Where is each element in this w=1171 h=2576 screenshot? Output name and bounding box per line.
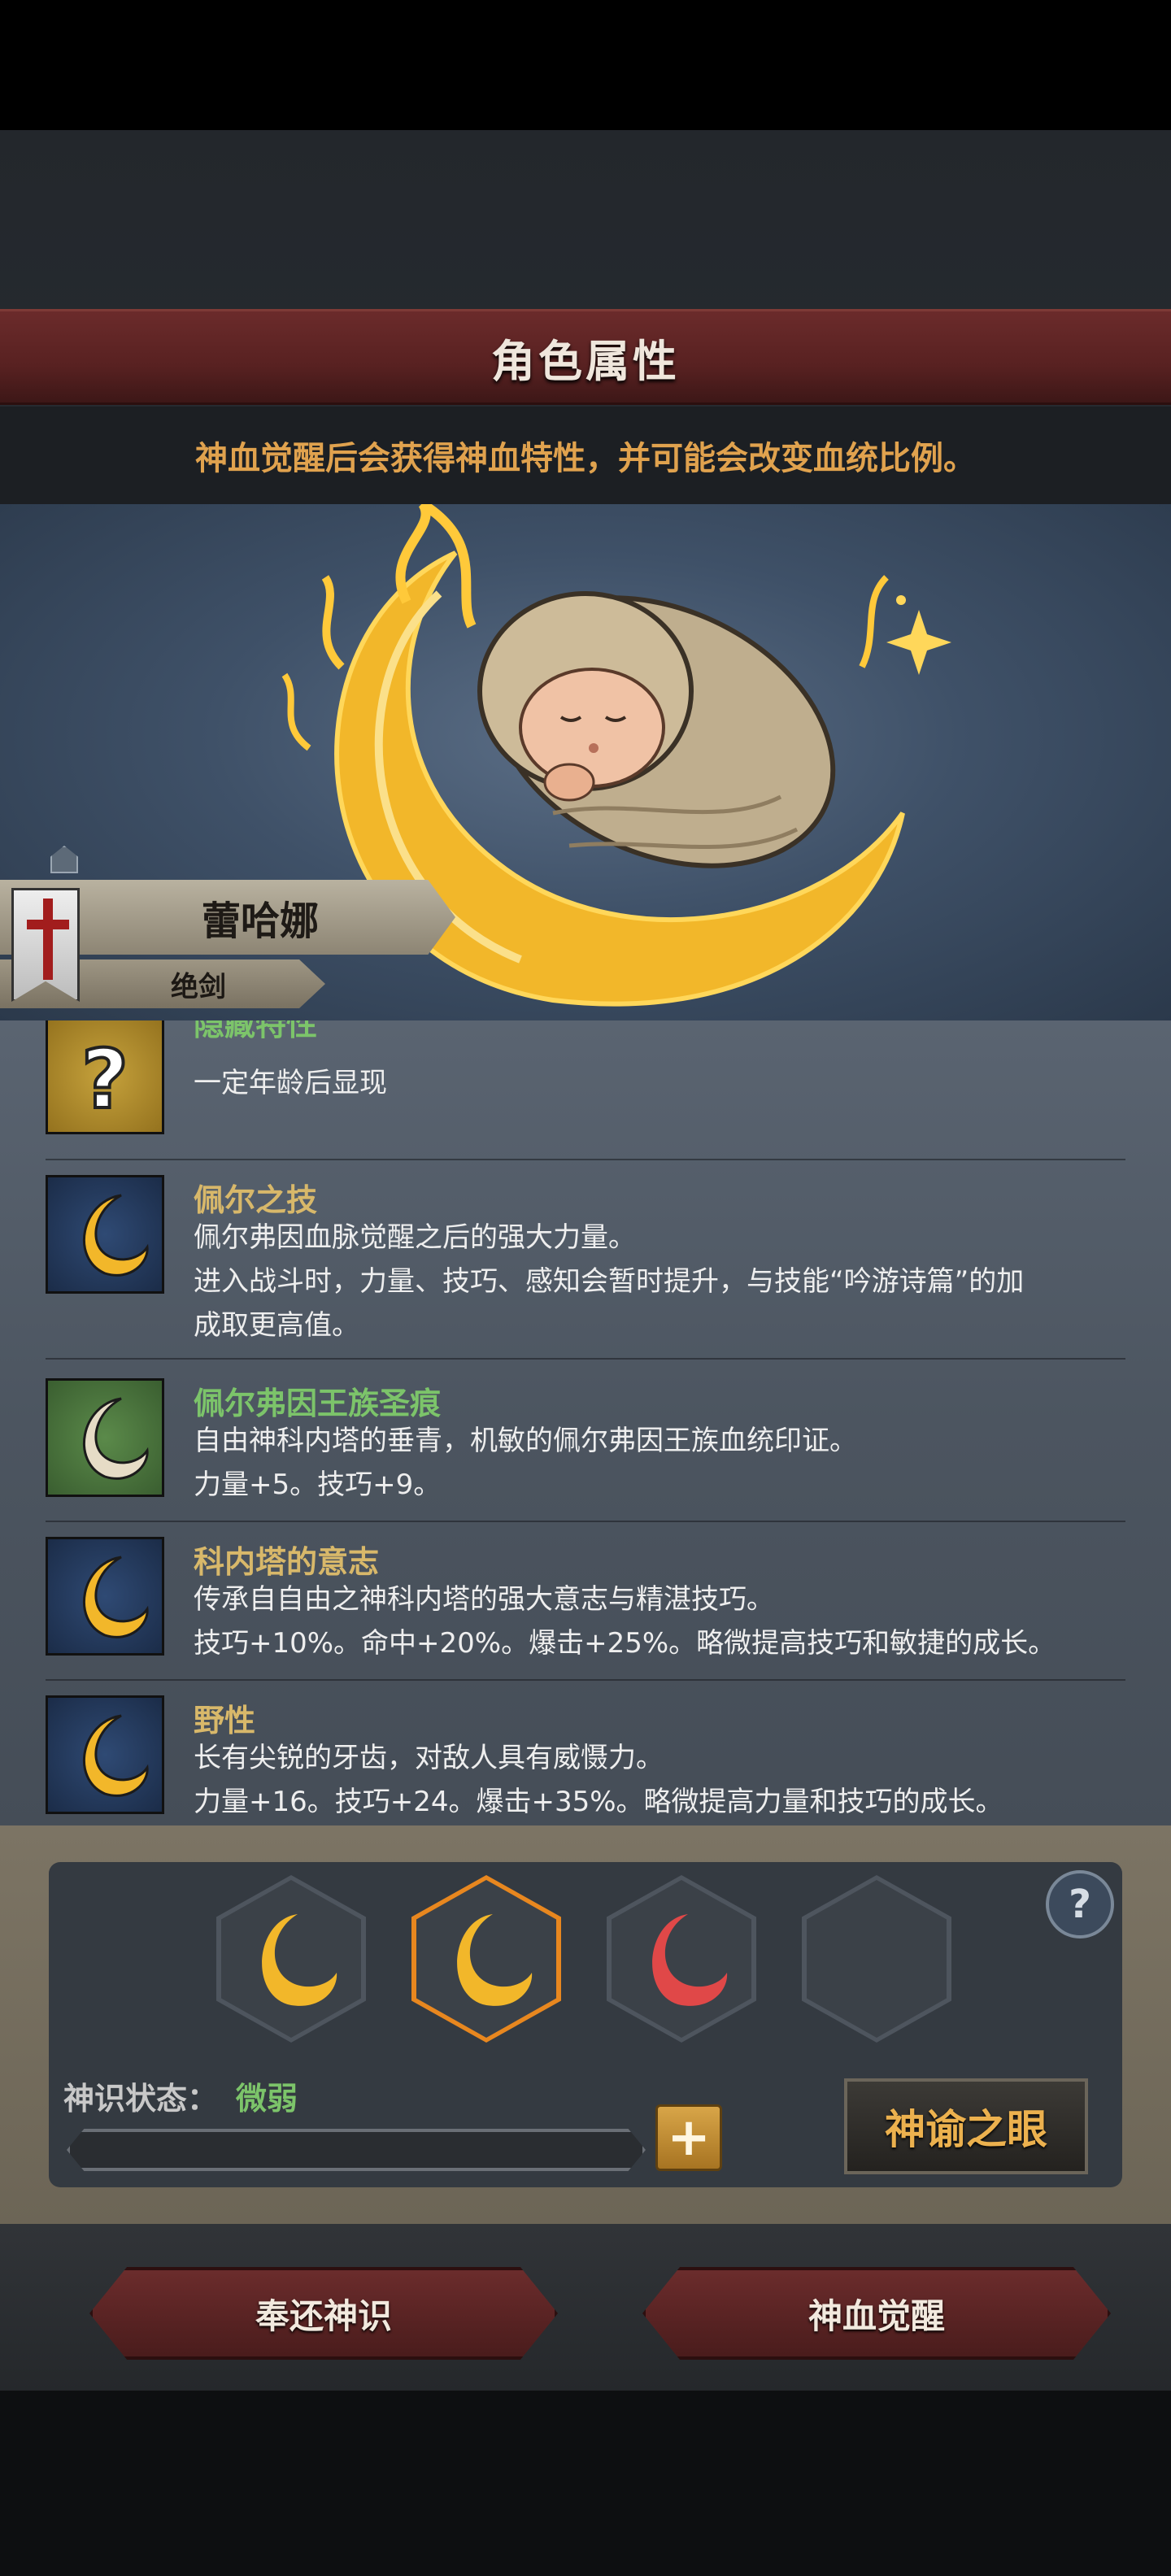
crescent-moon-icon bbox=[46, 1537, 164, 1656]
crescent-moon-icon bbox=[46, 1695, 164, 1814]
question-mark-icon: ? bbox=[46, 1020, 164, 1134]
trait-desc-line: 自由神科内塔的垂青，机敏的佩尔弗因王族血统印证。 bbox=[194, 1425, 857, 1457]
divider bbox=[46, 1159, 1125, 1160]
trait-desc-line: 技巧+10%。命中+20%。爆击+25%。略微提高技巧和敏捷的成长。 bbox=[194, 1627, 1056, 1660]
help-button[interactable]: ? bbox=[1046, 1870, 1114, 1939]
plus-icon: + bbox=[667, 2108, 711, 2168]
divider bbox=[46, 1679, 1125, 1681]
character-class: 绝剑 bbox=[171, 970, 226, 1003]
trait-description: 传承自自由之神科内塔的强大意志与精湛技巧。 技巧+10%。命中+20%。爆击+2… bbox=[194, 1577, 1129, 1665]
character-name: 蕾哈娜 bbox=[202, 899, 320, 944]
trait-name: 科内塔的意志 bbox=[194, 1544, 380, 1580]
return-divine-sense-label: 奉还神识 bbox=[255, 2295, 392, 2336]
title-banner: 角色属性 bbox=[0, 309, 1171, 405]
trait-description: 自由神科内塔的垂青，机敏的佩尔弗因王族血统印证。 力量+5。技巧+9。 bbox=[194, 1419, 1129, 1507]
trait-name: 佩尔之技 bbox=[194, 1182, 318, 1218]
add-divine-sense-button[interactable]: + bbox=[655, 2104, 722, 2171]
subtitle-banner: 神血觉醒后会获得神血特性，并可能会改变血统比例。 bbox=[0, 407, 1171, 504]
top-black-area bbox=[0, 0, 1171, 130]
svg-text:?: ? bbox=[81, 1032, 128, 1127]
trait-desc-line: 一定年龄后显现 bbox=[194, 1067, 387, 1099]
trait-description: 佩尔弗因血脉觉醒之后的强大力量。 进入战斗时，力量、技巧、感知会暂时提升，与技能… bbox=[194, 1216, 1129, 1347]
oracle-eye-button[interactable]: 神谕之眼 bbox=[844, 2078, 1088, 2174]
trait-description: 长有尖锐的牙齿，对敌人具有威慑力。 力量+16。技巧+24。爆击+35%。略微提… bbox=[194, 1736, 1129, 1824]
trait-desc-line: 佩尔弗因血脉觉醒之后的强大力量。 bbox=[194, 1221, 636, 1254]
trait-desc-line: 成取更高值。 bbox=[194, 1309, 359, 1342]
return-divine-sense-button[interactable]: 奉还神识 bbox=[89, 2267, 558, 2360]
trait-list[interactable]: ? 隐藏特性 一定年龄后显现 佩尔之技 佩尔弗因血脉觉醒之后的强大力量。 进入战… bbox=[0, 1020, 1171, 1825]
divider bbox=[46, 1358, 1125, 1360]
divine-sense-status-label: 神识状态： bbox=[63, 2081, 219, 2117]
oracle-eye-label: 神谕之眼 bbox=[885, 2106, 1047, 2153]
trait-desc-line: 传承自自由之神科内塔的强大意志与精湛技巧。 bbox=[194, 1583, 774, 1616]
trait-desc-line: 进入战斗时，力量、技巧、感知会暂时提升，与技能“吟游诗篇”的加 bbox=[194, 1265, 1025, 1298]
white-crescent-icon bbox=[46, 1378, 164, 1497]
divine-blood-awaken-label: 神血觉醒 bbox=[808, 2295, 945, 2336]
trait-description: 一定年龄后显现 bbox=[194, 1061, 1129, 1105]
help-icon: ? bbox=[1069, 1882, 1091, 1927]
divine-sense-progress-bar bbox=[67, 2129, 646, 2171]
crescent-moon-icon bbox=[46, 1175, 164, 1294]
divine-blood-awaken-button[interactable]: 神血觉醒 bbox=[642, 2267, 1111, 2360]
bottom-black-area bbox=[0, 2391, 1171, 2576]
page-subtitle: 神血觉醒后会获得神血特性，并可能会改变血统比例。 bbox=[195, 440, 976, 477]
trait-name: 隐藏特性 bbox=[194, 1020, 318, 1042]
divider bbox=[46, 1521, 1125, 1522]
divine-sense-status-value: 微弱 bbox=[236, 2081, 298, 2117]
page-title: 角色属性 bbox=[491, 335, 680, 387]
trait-name: 佩尔弗因王族圣痕 bbox=[194, 1386, 442, 1421]
trait-desc-line: 力量+16。技巧+24。爆击+35%。略微提高力量和技巧的成长。 bbox=[194, 1786, 1003, 1818]
trait-name: 野性 bbox=[194, 1703, 256, 1738]
trait-desc-line: 力量+5。技巧+9。 bbox=[194, 1469, 442, 1501]
trait-desc-line: 长有尖锐的牙齿，对敌人具有威慑力。 bbox=[194, 1742, 664, 1774]
